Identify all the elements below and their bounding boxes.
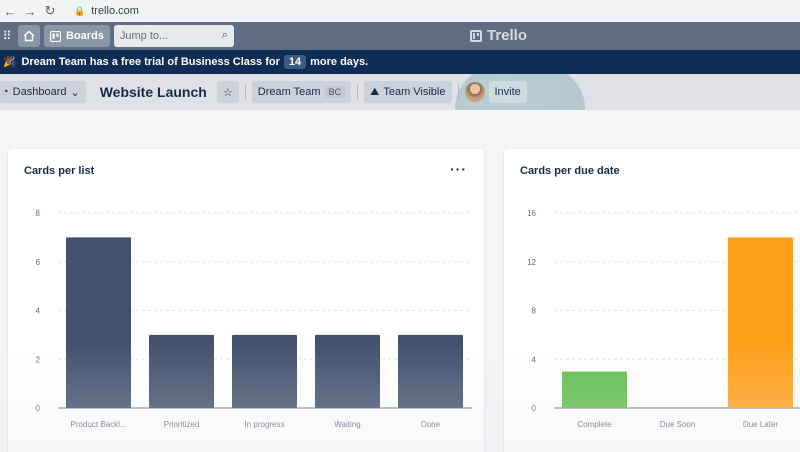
home-icon [23,30,35,42]
bar [149,334,214,408]
address-bar[interactable]: 🔒 trello.com [74,5,139,17]
boards-label: Boards [66,30,104,42]
banner-text-suffix: more days. [310,56,369,68]
y-tick-label: 4 [532,355,537,364]
apps-grid-icon[interactable]: ⠿ [0,25,14,47]
banner-text-prefix: Dream Team has a free trial of Business … [21,56,280,68]
chevron-down-icon: ⌄ [70,86,80,99]
star-icon: ☆ [222,86,233,99]
y-tick-label: 8 [36,209,41,218]
back-icon[interactable]: ← [0,4,20,19]
y-tick-label: 0 [36,404,41,413]
invite-label: Invite [494,86,521,98]
member-avatar[interactable] [464,82,485,102]
x-tick-label: Complete [577,420,612,429]
party-icon: 🎉 [3,56,16,68]
bar [562,371,627,408]
cards-per-due-date-chart: 0 4 8 12 16 Complete Due Soon Due Later [527,209,800,429]
board-view-switcher[interactable]: ◔ Dashboard ⌄ [0,81,86,103]
y-tick-label: 8 [532,307,537,316]
boards-button[interactable]: Boards [44,25,110,47]
visibility-label: Team Visible [383,86,446,98]
x-tick-label: Due Soon [660,420,696,429]
browser-toolbar: ← → ↻ 🔒 trello.com [0,0,800,22]
business-class-badge: BC [324,86,346,98]
board-title[interactable]: Website Launch [100,84,207,100]
divider [357,84,359,100]
x-tick-label: Done [421,420,441,429]
divider [457,84,459,100]
app-header: ⠿ Boards ⌕ Trello [0,22,800,50]
divider [244,84,246,100]
days-remaining-badge: 14 [283,55,307,69]
url-text: trello.com [91,5,139,17]
team-label: Dream Team [257,86,321,98]
trello-logo-icon [470,29,482,42]
x-tick-label: In progress [244,420,284,429]
trial-banner: 🎉 Dream Team has a free trial of Busines… [0,50,800,74]
cards-per-list-card: Cards per list ··· 0 2 4 6 8 Product Backl...… [8,149,484,452]
x-tick-label: Product Backl... [70,420,126,429]
search-box: ⌕ [110,25,234,47]
cards-per-due-date-card: Cards per due date 0 4 8 12 16 Complete Due So… [504,149,800,452]
x-tick-label: Prioritized [164,420,200,429]
trello-logo[interactable]: Trello [470,27,527,44]
star-button[interactable]: ☆ [216,81,239,103]
cards-per-list-chart: 0 2 4 6 8 Product Backl... Prioritized In progr… [36,209,472,429]
visibility-button[interactable]: ⛰ Team Visible [364,81,452,103]
y-tick-label: 16 [527,209,536,218]
team-visible-icon: ⛰ [370,85,380,98]
board-view-label: Dashboard [12,86,67,98]
y-tick-label: 2 [36,355,41,364]
search-icon[interactable]: ⌕ [222,29,228,42]
bar [398,334,463,408]
boards-icon [50,30,61,42]
trello-logo-text: Trello [487,27,528,44]
board-header: ◔ Dashboard ⌄ Website Launch ☆ Dream Tea… [0,74,800,110]
search-input[interactable] [113,25,234,47]
home-button[interactable] [18,25,40,47]
reload-icon[interactable]: ↻ [40,3,60,19]
y-tick-label: 6 [36,258,41,267]
dashboard-icon: ◔ [2,86,9,98]
team-button[interactable]: Dream Team BC [251,81,352,103]
y-tick-label: 12 [527,258,536,267]
bar [728,237,793,408]
forward-icon[interactable]: → [20,4,40,19]
bar [66,237,131,408]
x-tick-label: Waiting [334,420,360,429]
x-tick-label: Due Later [743,420,778,429]
bar [315,334,380,408]
y-tick-label: 0 [532,404,537,413]
invite-button[interactable]: Invite [488,81,527,103]
bar [232,334,297,408]
lock-icon: 🔒 [74,5,86,16]
y-tick-label: 4 [36,307,41,316]
